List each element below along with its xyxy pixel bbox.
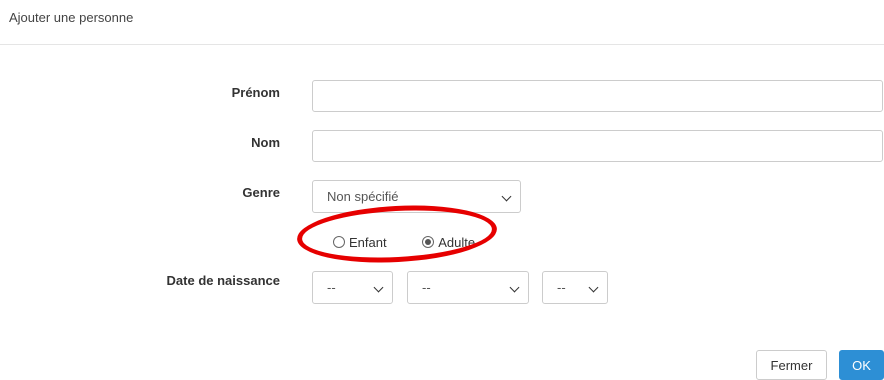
birth-day-value: --	[327, 280, 336, 295]
first-name-label: Prénom	[231, 85, 280, 100]
last-name-input[interactable]	[312, 130, 883, 162]
ok-button[interactable]: OK	[839, 350, 884, 380]
chevron-down-icon	[509, 282, 520, 293]
last-name-label: Nom	[251, 135, 280, 150]
chevron-down-icon	[588, 282, 599, 293]
gender-select-value: Non spécifié	[327, 189, 399, 204]
gender-label: Genre	[242, 185, 280, 200]
birthdate-label: Date de naissance	[166, 273, 280, 288]
birth-year-select[interactable]: --	[542, 271, 608, 304]
header-divider	[0, 44, 884, 45]
first-name-input[interactable]	[312, 80, 883, 112]
birth-day-select[interactable]: --	[312, 271, 393, 304]
birth-year-value: --	[557, 280, 566, 295]
chevron-down-icon	[501, 191, 512, 202]
birth-month-value: --	[422, 280, 431, 295]
close-button[interactable]: Fermer	[756, 350, 827, 380]
modal-title: Ajouter une personne	[9, 10, 134, 25]
birth-month-select[interactable]: --	[407, 271, 529, 304]
chevron-down-icon	[373, 282, 384, 293]
